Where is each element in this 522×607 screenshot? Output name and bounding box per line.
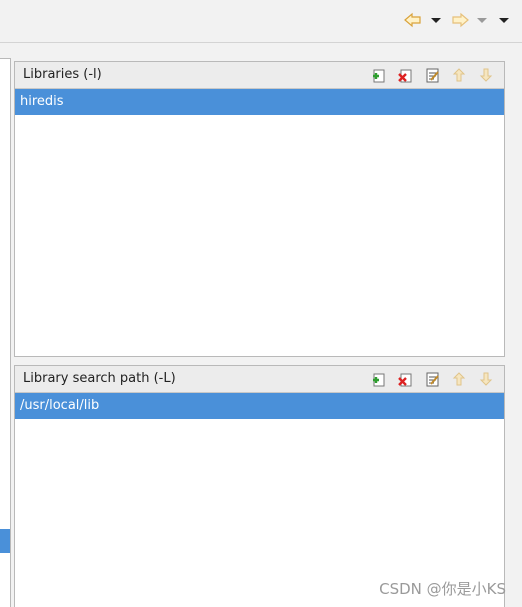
top-toolbar <box>0 0 522 43</box>
edit-icon <box>426 68 439 83</box>
move-down-library-button[interactable] <box>478 67 494 83</box>
libraries-panel: Libraries (-l) hiredis <box>14 61 505 357</box>
forward-button[interactable] <box>451 10 469 30</box>
delete-icon <box>398 69 412 83</box>
move-down-icon <box>479 372 493 386</box>
edit-path-button[interactable] <box>424 371 440 387</box>
move-up-icon <box>452 372 466 386</box>
back-history-dropdown[interactable] <box>430 10 442 30</box>
view-menu-icon <box>498 14 510 26</box>
list-item[interactable]: hiredis <box>15 89 504 115</box>
move-down-path-button[interactable] <box>478 371 494 387</box>
move-up-library-button[interactable] <box>451 67 467 83</box>
back-arrow-icon <box>404 12 422 28</box>
move-up-path-button[interactable] <box>451 371 467 387</box>
move-down-icon <box>479 68 493 82</box>
chevron-down-icon <box>476 14 488 26</box>
library-search-path-list[interactable]: /usr/local/lib <box>15 393 504 419</box>
move-up-icon <box>452 68 466 82</box>
chevron-down-icon <box>430 14 442 26</box>
delete-library-button[interactable] <box>397 67 413 83</box>
libraries-header: Libraries (-l) <box>15 62 504 89</box>
library-search-path-header: Library search path (-L) <box>15 366 504 393</box>
watermark: CSDN @你是小KS <box>379 580 506 598</box>
add-icon <box>373 373 385 387</box>
tree-selected-item[interactable] <box>0 529 10 553</box>
edit-library-button[interactable] <box>424 67 440 83</box>
libraries-title: Libraries (-l) <box>23 67 102 82</box>
back-button[interactable] <box>404 10 422 30</box>
delete-icon <box>398 373 412 387</box>
library-search-path-panel: Library search path (-L) /usr/local/lib <box>14 365 505 607</box>
list-item[interactable]: /usr/local/lib <box>15 393 504 419</box>
libraries-toolbar <box>370 67 494 83</box>
edit-icon <box>426 372 439 387</box>
left-tree-panel[interactable] <box>0 58 11 607</box>
add-library-button[interactable] <box>370 67 386 83</box>
view-menu-button[interactable] <box>498 10 510 30</box>
add-path-button[interactable] <box>370 371 386 387</box>
libraries-list[interactable]: hiredis <box>15 89 504 115</box>
add-icon <box>373 69 385 83</box>
forward-arrow-icon <box>451 12 469 28</box>
library-search-path-toolbar <box>370 371 494 387</box>
library-search-path-title: Library search path (-L) <box>23 371 176 386</box>
delete-path-button[interactable] <box>397 371 413 387</box>
forward-history-dropdown[interactable] <box>476 10 488 30</box>
